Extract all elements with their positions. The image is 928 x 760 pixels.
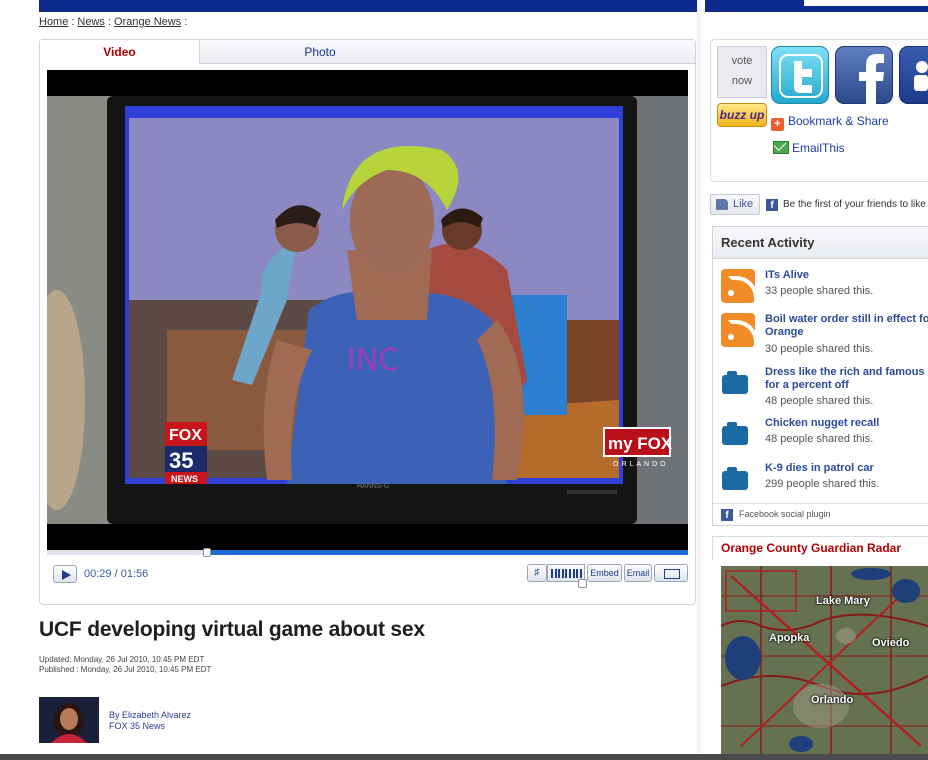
radar-map[interactable]: Lake Mary Apopka Oviedo Orlando: [721, 566, 928, 760]
volume-level-bar: [551, 569, 553, 578]
volume-icon[interactable]: ♯: [527, 564, 547, 582]
now-label: now: [731, 75, 753, 87]
video-progress-bar[interactable]: [47, 548, 688, 557]
activity-item-title[interactable]: K-9 dies in patrol car: [765, 462, 928, 475]
envelope-icon: [773, 141, 789, 154]
site-header-bar: [39, 0, 928, 12]
myspace-icon[interactable]: [899, 46, 928, 104]
volume-level-bar: [569, 569, 571, 578]
camera-icon: [721, 417, 755, 451]
time-display: 00:29 / 01:56: [84, 568, 149, 580]
camera-icon: [721, 366, 755, 400]
friends-like-text: Be the first of your friends to like thi…: [783, 199, 928, 210]
volume-level-bar: [561, 569, 564, 578]
breadcrumb: Home: News: Orange News:: [39, 16, 188, 28]
activity-item-count: 48 people shared this.: [765, 395, 874, 407]
activity-item-title[interactable]: Boil water order still in effect for Ora…: [765, 313, 928, 339]
facebook-icon: f: [766, 199, 778, 211]
activity-item-count: 48 people shared this.: [765, 433, 874, 445]
news-logo-text: NEWS: [171, 474, 198, 484]
author-org: FOX 35 News: [109, 721, 166, 731]
author-name[interactable]: By Elizabeth Alvarez: [109, 710, 191, 720]
volume-level-bar: [576, 569, 579, 578]
volume-level-bar: [558, 569, 561, 578]
column-divider: [697, 0, 705, 760]
tab-video[interactable]: Video: [40, 40, 200, 64]
page-bottom-edge: [0, 754, 928, 760]
facebook-icon[interactable]: [835, 46, 893, 105]
radar-title: Orange County Guardian Radar: [712, 536, 928, 560]
header-search-box[interactable]: [804, 0, 928, 6]
shirt-logo-text: INC: [347, 343, 399, 378]
published-date: Published : Monday, 26 Jul 2010, 10:45 P…: [39, 665, 212, 674]
bookmark-share-link[interactable]: + Bookmark & Share: [771, 114, 889, 131]
facebook-plugin-label: Facebook social plugin: [739, 509, 831, 519]
tab-photo[interactable]: Photo: [200, 40, 695, 64]
recent-activity-title: Recent Activity: [713, 227, 928, 259]
video-still: INC FOX 35 NEWS my FOX ORLANDO HANNS-G: [47, 70, 688, 552]
activity-item-title[interactable]: ITs Alive: [765, 269, 928, 282]
bookmark-label: Bookmark & Share: [788, 114, 889, 128]
orlando-logo-text: ORLANDO: [613, 461, 669, 468]
progress-handle[interactable]: [203, 548, 212, 557]
email-button[interactable]: Email: [624, 564, 652, 582]
updated-date: Updated: Monday, 26 Jul 2010, 10:45 PM E…: [39, 655, 205, 664]
activity-item-count: 33 people shared this.: [765, 285, 874, 297]
author-avatar: [39, 697, 99, 743]
player-controls: 00:29 / 01:56 ♯ Embed Email: [47, 563, 688, 588]
myfox-logo-text: my FOX: [608, 434, 673, 453]
current-time: 00:29: [84, 568, 112, 580]
email-this-link[interactable]: EmailThis: [773, 141, 845, 155]
embed-button[interactable]: Embed: [587, 564, 622, 582]
buzz-up-button[interactable]: buzz up: [717, 103, 767, 127]
fox-logo-text: FOX: [169, 427, 202, 444]
breadcrumb-home[interactable]: Home: [39, 16, 68, 28]
like-label: Like: [733, 198, 754, 210]
monitor-brand-text: HANNS-G: [357, 483, 389, 490]
author-photo[interactable]: [39, 697, 99, 743]
twitter-icon[interactable]: [771, 46, 829, 104]
volume-level-bar: [565, 569, 568, 578]
activity-item-title[interactable]: Dress like the rich and famous for a per…: [765, 366, 928, 392]
facebook-like-button[interactable]: Like: [710, 194, 760, 215]
facebook-icon: f: [721, 509, 733, 521]
activity-item-count: 299 people shared this.: [765, 478, 880, 490]
rss-icon: [721, 313, 758, 350]
progress-played: [47, 550, 208, 555]
map-label-apopka: Apopka: [769, 632, 810, 644]
facebook-like-row: Like f Be the first of your friends to l…: [710, 194, 928, 216]
duration: 01:56: [120, 568, 149, 580]
map-label-oviedo: Oviedo: [872, 637, 910, 649]
rss-icon: [721, 269, 758, 306]
thumbs-up-icon: [716, 199, 728, 210]
map-label-lake-mary: Lake Mary: [816, 595, 870, 607]
activity-item-count: 30 people shared this.: [765, 343, 874, 355]
map-label-orlando: Orlando: [811, 694, 854, 706]
activity-item-title[interactable]: Chicken nugget recall: [765, 417, 928, 430]
media-player: Video Photo INC FOX 35 NEWS my FOX ORLAN…: [39, 39, 696, 605]
video-frame[interactable]: INC FOX 35 NEWS my FOX ORLANDO HANNS-G: [47, 70, 688, 552]
vote-label: vote: [731, 55, 753, 67]
article-dates: Updated: Monday, 26 Jul 2010, 10:45 PM E…: [39, 655, 211, 675]
plus-icon: +: [771, 118, 784, 131]
camera-icon: [721, 462, 755, 496]
recent-activity-panel: Recent Activity ITs Alive 33 people shar…: [712, 226, 928, 526]
play-button[interactable]: [53, 565, 77, 583]
volume-level-bar: [572, 569, 575, 578]
email-this-label: EmailThis: [792, 141, 845, 155]
volume-handle[interactable]: [578, 579, 587, 588]
volume-level-bar: [579, 569, 582, 578]
share-panel: vote now buzz up + Bookmark & Share Email…: [710, 39, 928, 182]
vote-now-button[interactable]: vote now: [717, 46, 767, 98]
breadcrumb-orange-news[interactable]: Orange News: [114, 16, 181, 28]
article-headline: UCF developing virtual game about sex: [39, 618, 425, 641]
breadcrumb-news[interactable]: News: [77, 16, 105, 28]
fullscreen-button[interactable]: [654, 564, 688, 582]
media-tabs: Video Photo: [40, 40, 695, 64]
facebook-plugin-footer[interactable]: f Facebook social plugin: [713, 503, 928, 525]
channel-number-text: 35: [169, 448, 193, 473]
volume-level-bar: [554, 569, 557, 578]
